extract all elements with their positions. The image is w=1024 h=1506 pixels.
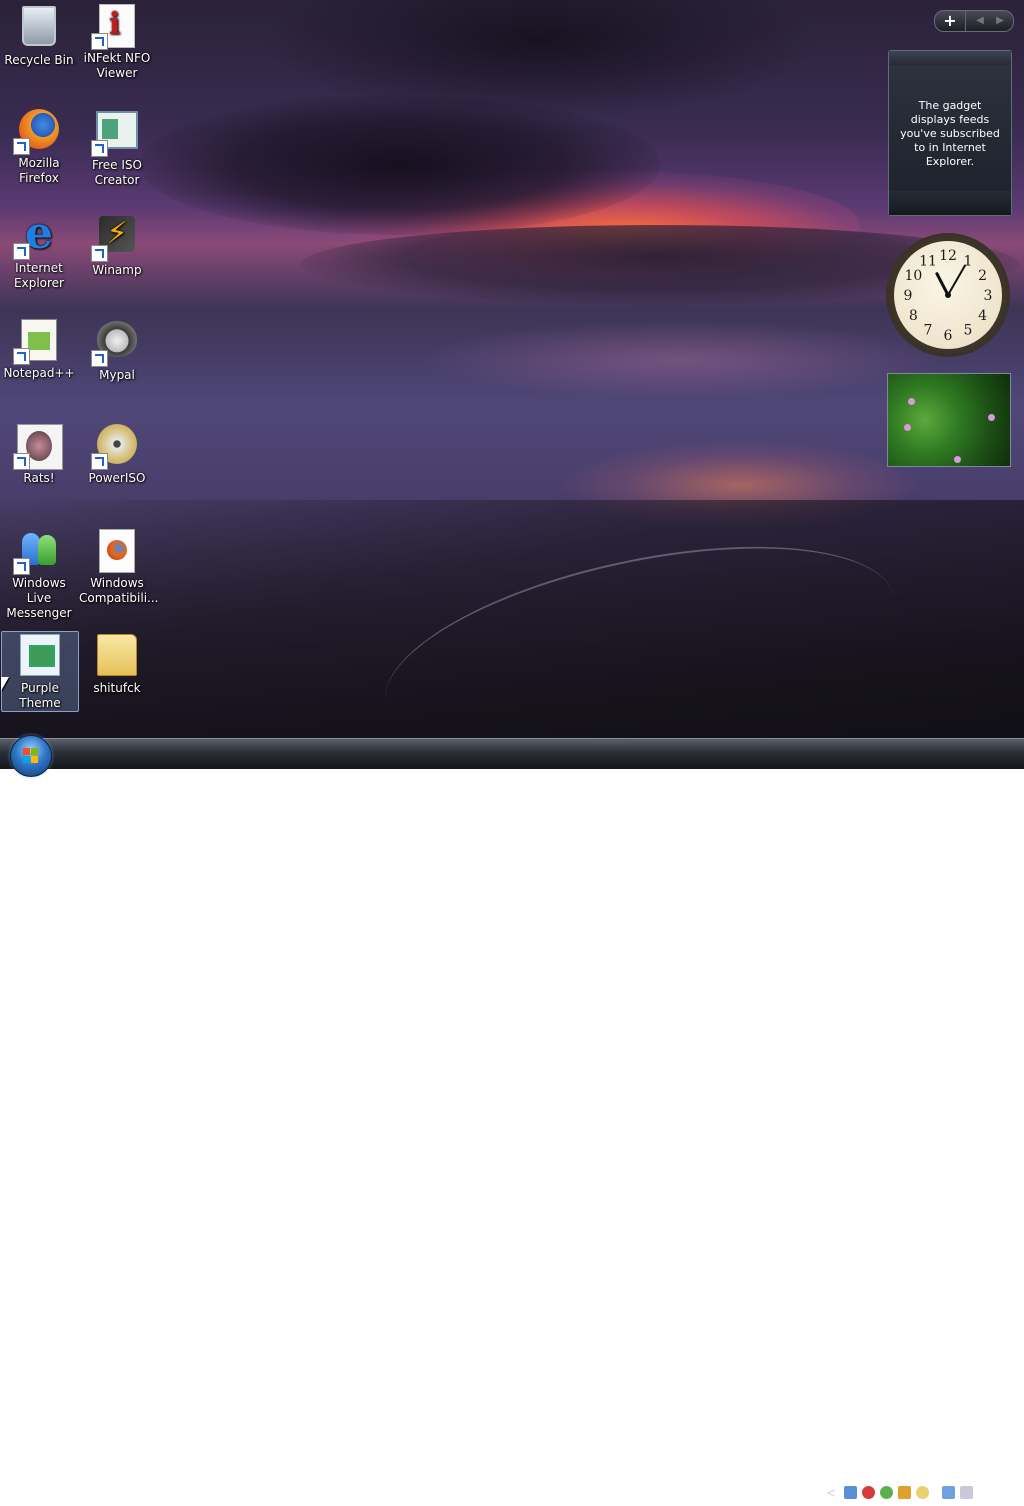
clock-dial: 12 1234567891011 bbox=[904, 248, 993, 344]
desktop-icon-label: Mypal bbox=[99, 368, 135, 382]
wallpaper-sea-glow bbox=[420, 320, 940, 400]
sidebar-controls: + ◀ ▶ bbox=[934, 10, 1014, 32]
clock-numeral: 9 bbox=[904, 288, 913, 304]
desktop-icon-label: Purple Theme bbox=[19, 681, 61, 710]
shortcut-arrow-icon bbox=[13, 138, 30, 155]
theme-icon bbox=[18, 634, 62, 678]
clock-numeral: 6 bbox=[944, 328, 953, 344]
shortcut-arrow-icon bbox=[13, 453, 30, 470]
windows-logo-icon bbox=[23, 748, 39, 764]
winamp-icon: ⚡ bbox=[91, 216, 139, 262]
messenger-icon bbox=[13, 529, 61, 575]
shortcut-arrow-icon bbox=[13, 243, 30, 260]
desktop-icon-shitufck-folder[interactable]: shitufck bbox=[79, 632, 155, 696]
desktop[interactable]: Recycle Bin Mozilla Firefox e Internet E… bbox=[0, 0, 1024, 738]
clock-numeral: 12 bbox=[939, 248, 957, 264]
desktop-icon-windows-live-messenger[interactable]: Windows Live Messenger bbox=[1, 527, 77, 621]
clock-numeral: 7 bbox=[924, 323, 933, 339]
next-gadgets-button[interactable]: ▶ bbox=[989, 11, 1011, 31]
shortcut-arrow-icon bbox=[13, 348, 30, 365]
wallpaper-cloud bbox=[140, 95, 660, 235]
desktop-icon-label: Rats! bbox=[23, 471, 55, 485]
clock-gadget[interactable]: 12 1 2 3 4 5 6 7 8 9 10 11 bbox=[886, 233, 1010, 357]
poweriso-icon bbox=[91, 424, 139, 470]
gadget-footer bbox=[889, 191, 1011, 215]
slideshow-gadget[interactable] bbox=[887, 373, 1011, 467]
clock-center-pin bbox=[945, 292, 951, 298]
gadget-header bbox=[889, 51, 1011, 65]
desktop-icon-mypal[interactable]: Mypal bbox=[79, 317, 155, 383]
recycle-bin-icon bbox=[17, 6, 61, 50]
flower-dot bbox=[904, 424, 911, 431]
security-alert-icon[interactable] bbox=[862, 1486, 875, 1499]
desktop-icon-label: iNFekt NFO Viewer bbox=[83, 51, 151, 80]
desktop-icon-infekt-nfo-viewer[interactable]: i iNFekt NFO Viewer bbox=[79, 2, 155, 81]
clock-numeral: 2 bbox=[978, 268, 987, 284]
shortcut-arrow-icon bbox=[91, 245, 108, 262]
clock-numeral: 8 bbox=[909, 308, 918, 324]
taskbar-clock[interactable]: 23:06 bbox=[982, 1484, 1017, 1502]
start-button[interactable] bbox=[10, 735, 52, 777]
clock-numeral: 4 bbox=[978, 308, 987, 324]
flower-dot bbox=[908, 398, 915, 405]
desktop-icon-windows-compatibility[interactable]: Windows Compatibili... bbox=[79, 527, 159, 606]
desktop-icon-internet-explorer[interactable]: e Internet Explorer bbox=[1, 212, 77, 291]
desktop-icon-poweriso[interactable]: PowerISO bbox=[79, 422, 155, 486]
desktop-icon-label: Recycle Bin bbox=[4, 53, 74, 67]
clock-numeral: 3 bbox=[984, 288, 993, 304]
clock-face: 12 1 2 3 4 5 6 7 8 9 10 11 bbox=[894, 241, 1002, 349]
power-icon[interactable] bbox=[916, 1486, 929, 1499]
desktop-icon-label: Windows Live Messenger bbox=[6, 576, 72, 620]
show-hidden-icons-button[interactable]: < bbox=[826, 1483, 836, 1503]
desktop-icon-winamp[interactable]: ⚡ Winamp bbox=[79, 212, 155, 278]
clock-numeral: 11 bbox=[919, 253, 937, 269]
flag-icon[interactable] bbox=[898, 1486, 911, 1499]
connection-icon[interactable] bbox=[942, 1486, 955, 1499]
clock-numeral: 5 bbox=[964, 323, 973, 339]
rats-icon bbox=[13, 424, 63, 470]
notepadpp-icon bbox=[13, 319, 61, 365]
desktop-icon-purple-theme[interactable]: Purple Theme bbox=[1, 631, 79, 712]
mouse-cursor-icon bbox=[1, 677, 9, 691]
desktop-icon-notepadpp[interactable]: Notepad++ bbox=[1, 317, 77, 381]
clock-numeral: 10 bbox=[904, 268, 922, 284]
desktop-icon-firefox[interactable]: Mozilla Firefox bbox=[1, 107, 77, 186]
clock-minute-hand bbox=[947, 264, 966, 296]
feed-gadget-message: The gadget displays feeds you've subscri… bbox=[900, 99, 1000, 168]
desktop-icon-rats[interactable]: Rats! bbox=[1, 422, 77, 486]
desktop-icon-label: Windows Compatibili... bbox=[79, 576, 159, 605]
folder-icon bbox=[95, 634, 139, 678]
desktop-icon-label: Mozilla Firefox bbox=[18, 156, 60, 185]
firefox-document-icon bbox=[95, 529, 139, 573]
previous-gadgets-button[interactable]: ◀ bbox=[969, 11, 991, 31]
desktop-icon-label: Winamp bbox=[92, 263, 142, 277]
system-tray: < 23:06 bbox=[826, 1480, 1024, 1506]
desktop-icon-label: Free ISO Creator bbox=[92, 158, 142, 187]
desktop-icon-label: Notepad++ bbox=[3, 366, 75, 380]
volume-icon[interactable] bbox=[960, 1486, 973, 1499]
desktop-icon-label: Internet Explorer bbox=[14, 261, 64, 290]
feed-headlines-gadget[interactable]: The gadget displays feeds you've subscri… bbox=[888, 50, 1012, 216]
desktop-icon-label: shitufck bbox=[93, 681, 141, 695]
mypal-icon bbox=[91, 321, 139, 367]
firefox-icon bbox=[13, 109, 61, 155]
shortcut-arrow-icon bbox=[91, 33, 108, 50]
clock-hour-hand bbox=[935, 272, 950, 297]
user-icon[interactable] bbox=[880, 1486, 893, 1499]
internet-explorer-icon: e bbox=[13, 212, 61, 260]
shortcut-arrow-icon bbox=[91, 350, 108, 367]
flower-dot bbox=[954, 456, 961, 463]
nfo-viewer-icon: i bbox=[91, 4, 139, 50]
taskbar: < 23:06 bbox=[0, 738, 1024, 1500]
shortcut-arrow-icon bbox=[91, 453, 108, 470]
add-gadget-button[interactable]: + bbox=[935, 11, 966, 31]
shortcut-arrow-icon bbox=[13, 558, 30, 575]
shortcut-arrow-icon bbox=[91, 140, 108, 157]
desktop-icon-recycle-bin[interactable]: Recycle Bin bbox=[1, 2, 77, 68]
network-icon[interactable] bbox=[844, 1486, 857, 1499]
iso-creator-icon bbox=[91, 111, 139, 157]
flower-dot bbox=[988, 414, 995, 421]
desktop-icon-label: PowerISO bbox=[88, 471, 146, 485]
desktop-icon-free-iso-creator[interactable]: Free ISO Creator bbox=[79, 107, 155, 188]
